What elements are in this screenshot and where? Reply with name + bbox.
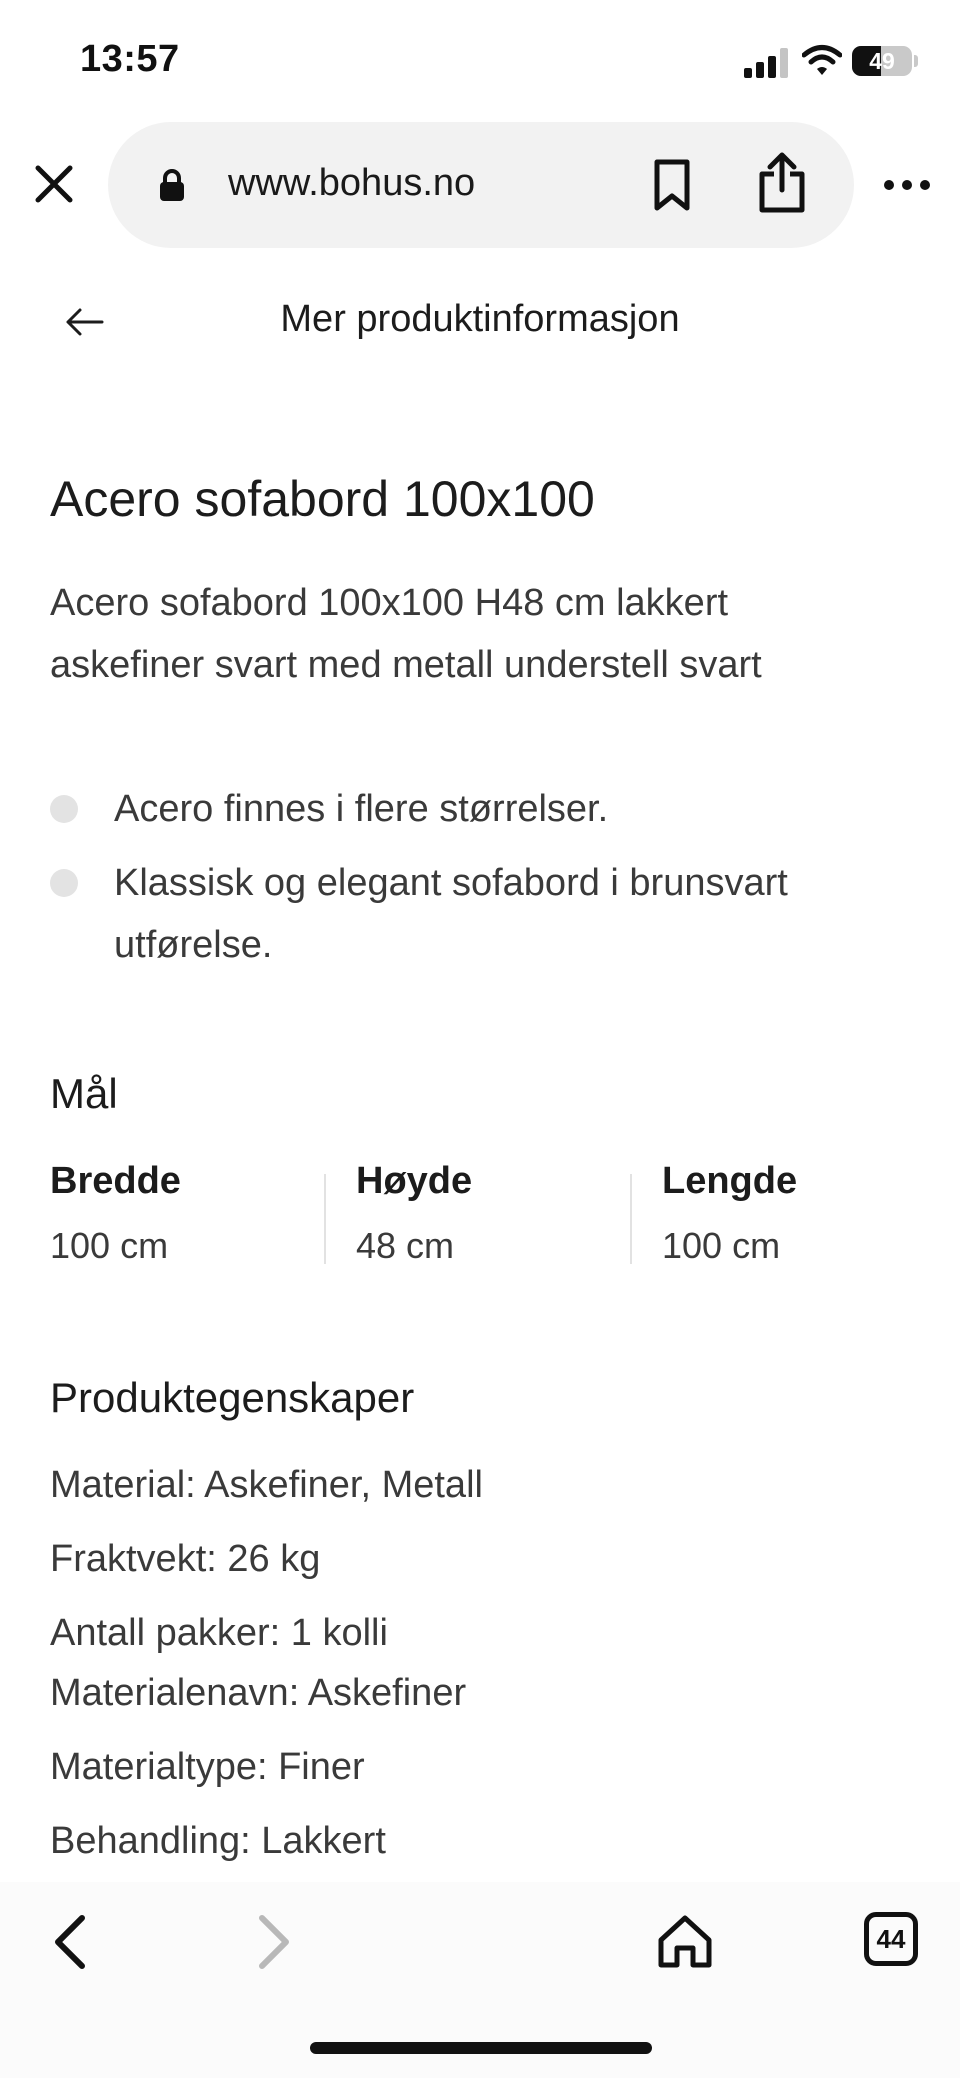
cellular-signal-icon [744, 48, 788, 78]
bullet-icon [50, 795, 78, 823]
close-icon[interactable] [30, 160, 78, 208]
more-icon[interactable] [882, 170, 932, 200]
home-indicator[interactable] [310, 2042, 652, 2054]
forward-icon[interactable] [252, 1912, 296, 1972]
status-bar: 13:57 49 [0, 0, 960, 118]
feature-item: Acero finnes i flere størrelser. [50, 778, 910, 840]
feature-text: Acero finnes i flere størrelser. [114, 788, 609, 830]
dimensions-grid: Bredde 100 cm Høyde 48 cm Lengde 100 cm [50, 1160, 910, 1270]
dimension-value: 100 cm [50, 1225, 169, 1266]
property-row: Fraktvekt: 26 kg [50, 1538, 321, 1580]
feature-item: Klassisk og elegant sofabord i brunsvart… [50, 852, 910, 976]
property-row: Materialtype: Finer [50, 1746, 365, 1788]
property-row: Antall pakker: 1 kolli [50, 1612, 388, 1654]
bullet-icon [50, 869, 78, 897]
url-text: www.bohus.no [228, 162, 476, 204]
dimension-length: Lengde 100 cm [662, 1160, 952, 1267]
dimensions-heading: Mål [50, 1070, 118, 1117]
page-title: Mer produktinformasjon [280, 298, 680, 340]
property-row: Material: Askefiner, Metall [50, 1464, 483, 1506]
bookmark-icon[interactable] [652, 158, 692, 212]
product-name: Acero sofabord 100x100 [50, 471, 595, 527]
share-icon[interactable] [756, 152, 808, 214]
property-row: Behandling: Lakkert [50, 1820, 386, 1862]
battery-icon: 49 [852, 46, 912, 76]
feature-list: Acero finnes i flere størrelser. Klassis… [50, 778, 910, 988]
status-time: 13:57 [80, 38, 180, 80]
lock-icon [160, 169, 184, 201]
properties-heading: Produktegenskaper [50, 1374, 415, 1421]
divider [630, 1174, 632, 1264]
feature-text: Klassisk og elegant sofabord i brunsvart… [114, 862, 788, 966]
battery-percent: 49 [869, 48, 895, 74]
tabs-button[interactable]: 44 [864, 1912, 918, 1966]
dimension-width: Bredde 100 cm [50, 1160, 340, 1267]
product-description: Acero sofabord 100x100 H48 cm lakkert as… [50, 582, 762, 686]
dimension-value: 100 cm [662, 1225, 781, 1266]
dimension-label: Bredde [50, 1160, 181, 1202]
dimension-label: Høyde [356, 1160, 473, 1202]
dimension-value: 48 cm [356, 1225, 455, 1266]
dimension-height: Høyde 48 cm [356, 1160, 646, 1267]
wifi-icon [802, 45, 842, 75]
battery-cap [914, 55, 918, 67]
property-row: Materialenavn: Askefiner [50, 1672, 467, 1714]
address-bar[interactable]: www.bohus.no [108, 122, 854, 248]
dimension-label: Lengde [662, 1160, 798, 1202]
back-icon[interactable] [48, 1912, 92, 1972]
home-icon[interactable] [656, 1912, 714, 1970]
divider [324, 1174, 326, 1264]
